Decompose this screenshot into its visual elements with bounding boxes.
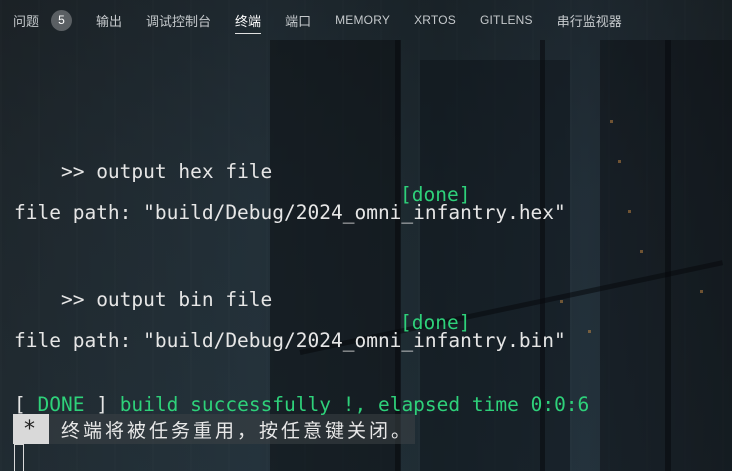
tab-ports-label: 端口	[285, 13, 312, 29]
task-reuse-notice: * 终端将被任务重用，按任意键关闭。	[13, 414, 416, 444]
build-success-message: build successfully !, elapsed time 0:0:6	[119, 393, 590, 416]
done-bracket-open: [	[14, 393, 38, 416]
terminal-line-bin-path: file path: "build/Debug/2024_omni_infant…	[14, 329, 566, 352]
output-bin-text: >> output bin file	[60, 288, 273, 311]
tab-terminal[interactable]: 终端	[235, 0, 262, 40]
tab-gitlens[interactable]: GITLENS	[480, 0, 533, 40]
tab-problems-label: 问题	[13, 13, 40, 29]
done-label: DONE	[37, 393, 85, 416]
tab-xrtos[interactable]: XRTOS	[414, 0, 456, 40]
done-bracket-close: ]	[84, 393, 120, 416]
tab-terminal-label: 终端	[235, 13, 262, 29]
panel-tab-bar: 问题 5 输出 调试控制台 终端 端口 MEMORY XRTOS GITLENS…	[0, 0, 732, 40]
tab-debug-console-label: 调试控制台	[146, 13, 212, 29]
tab-gitlens-label: GITLENS	[479, 13, 533, 27]
tab-serial-monitor-label: 串行监视器	[556, 13, 622, 29]
tab-xrtos-label: XRTOS	[414, 13, 456, 27]
terminal-output[interactable]: >> output hex file [done] file path: "bu…	[0, 40, 732, 416]
tab-debug-console[interactable]: 调试控制台	[146, 0, 211, 40]
asterisk-icon: *	[13, 414, 49, 444]
terminal-line-build-result: [ DONE ] build successfully !, elapsed t…	[14, 393, 589, 416]
problems-count-badge: 5	[51, 9, 73, 31]
tab-memory[interactable]: MEMORY	[335, 0, 390, 40]
output-hex-text: >> output hex file	[60, 160, 273, 183]
tab-problems[interactable]: 问题 5	[13, 0, 73, 40]
tab-output-label: 输出	[96, 13, 123, 29]
tab-ports[interactable]: 端口	[285, 0, 311, 40]
tab-serial-monitor[interactable]: 串行监视器	[557, 0, 622, 40]
terminal-line-hex-path: file path: "build/Debug/2024_omni_infant…	[14, 201, 566, 224]
terminal-cursor	[14, 444, 24, 471]
notice-text: 终端将被任务重用，按任意键关闭。	[61, 419, 414, 442]
tab-memory-label: MEMORY	[335, 13, 391, 27]
tab-output[interactable]: 输出	[96, 0, 122, 40]
